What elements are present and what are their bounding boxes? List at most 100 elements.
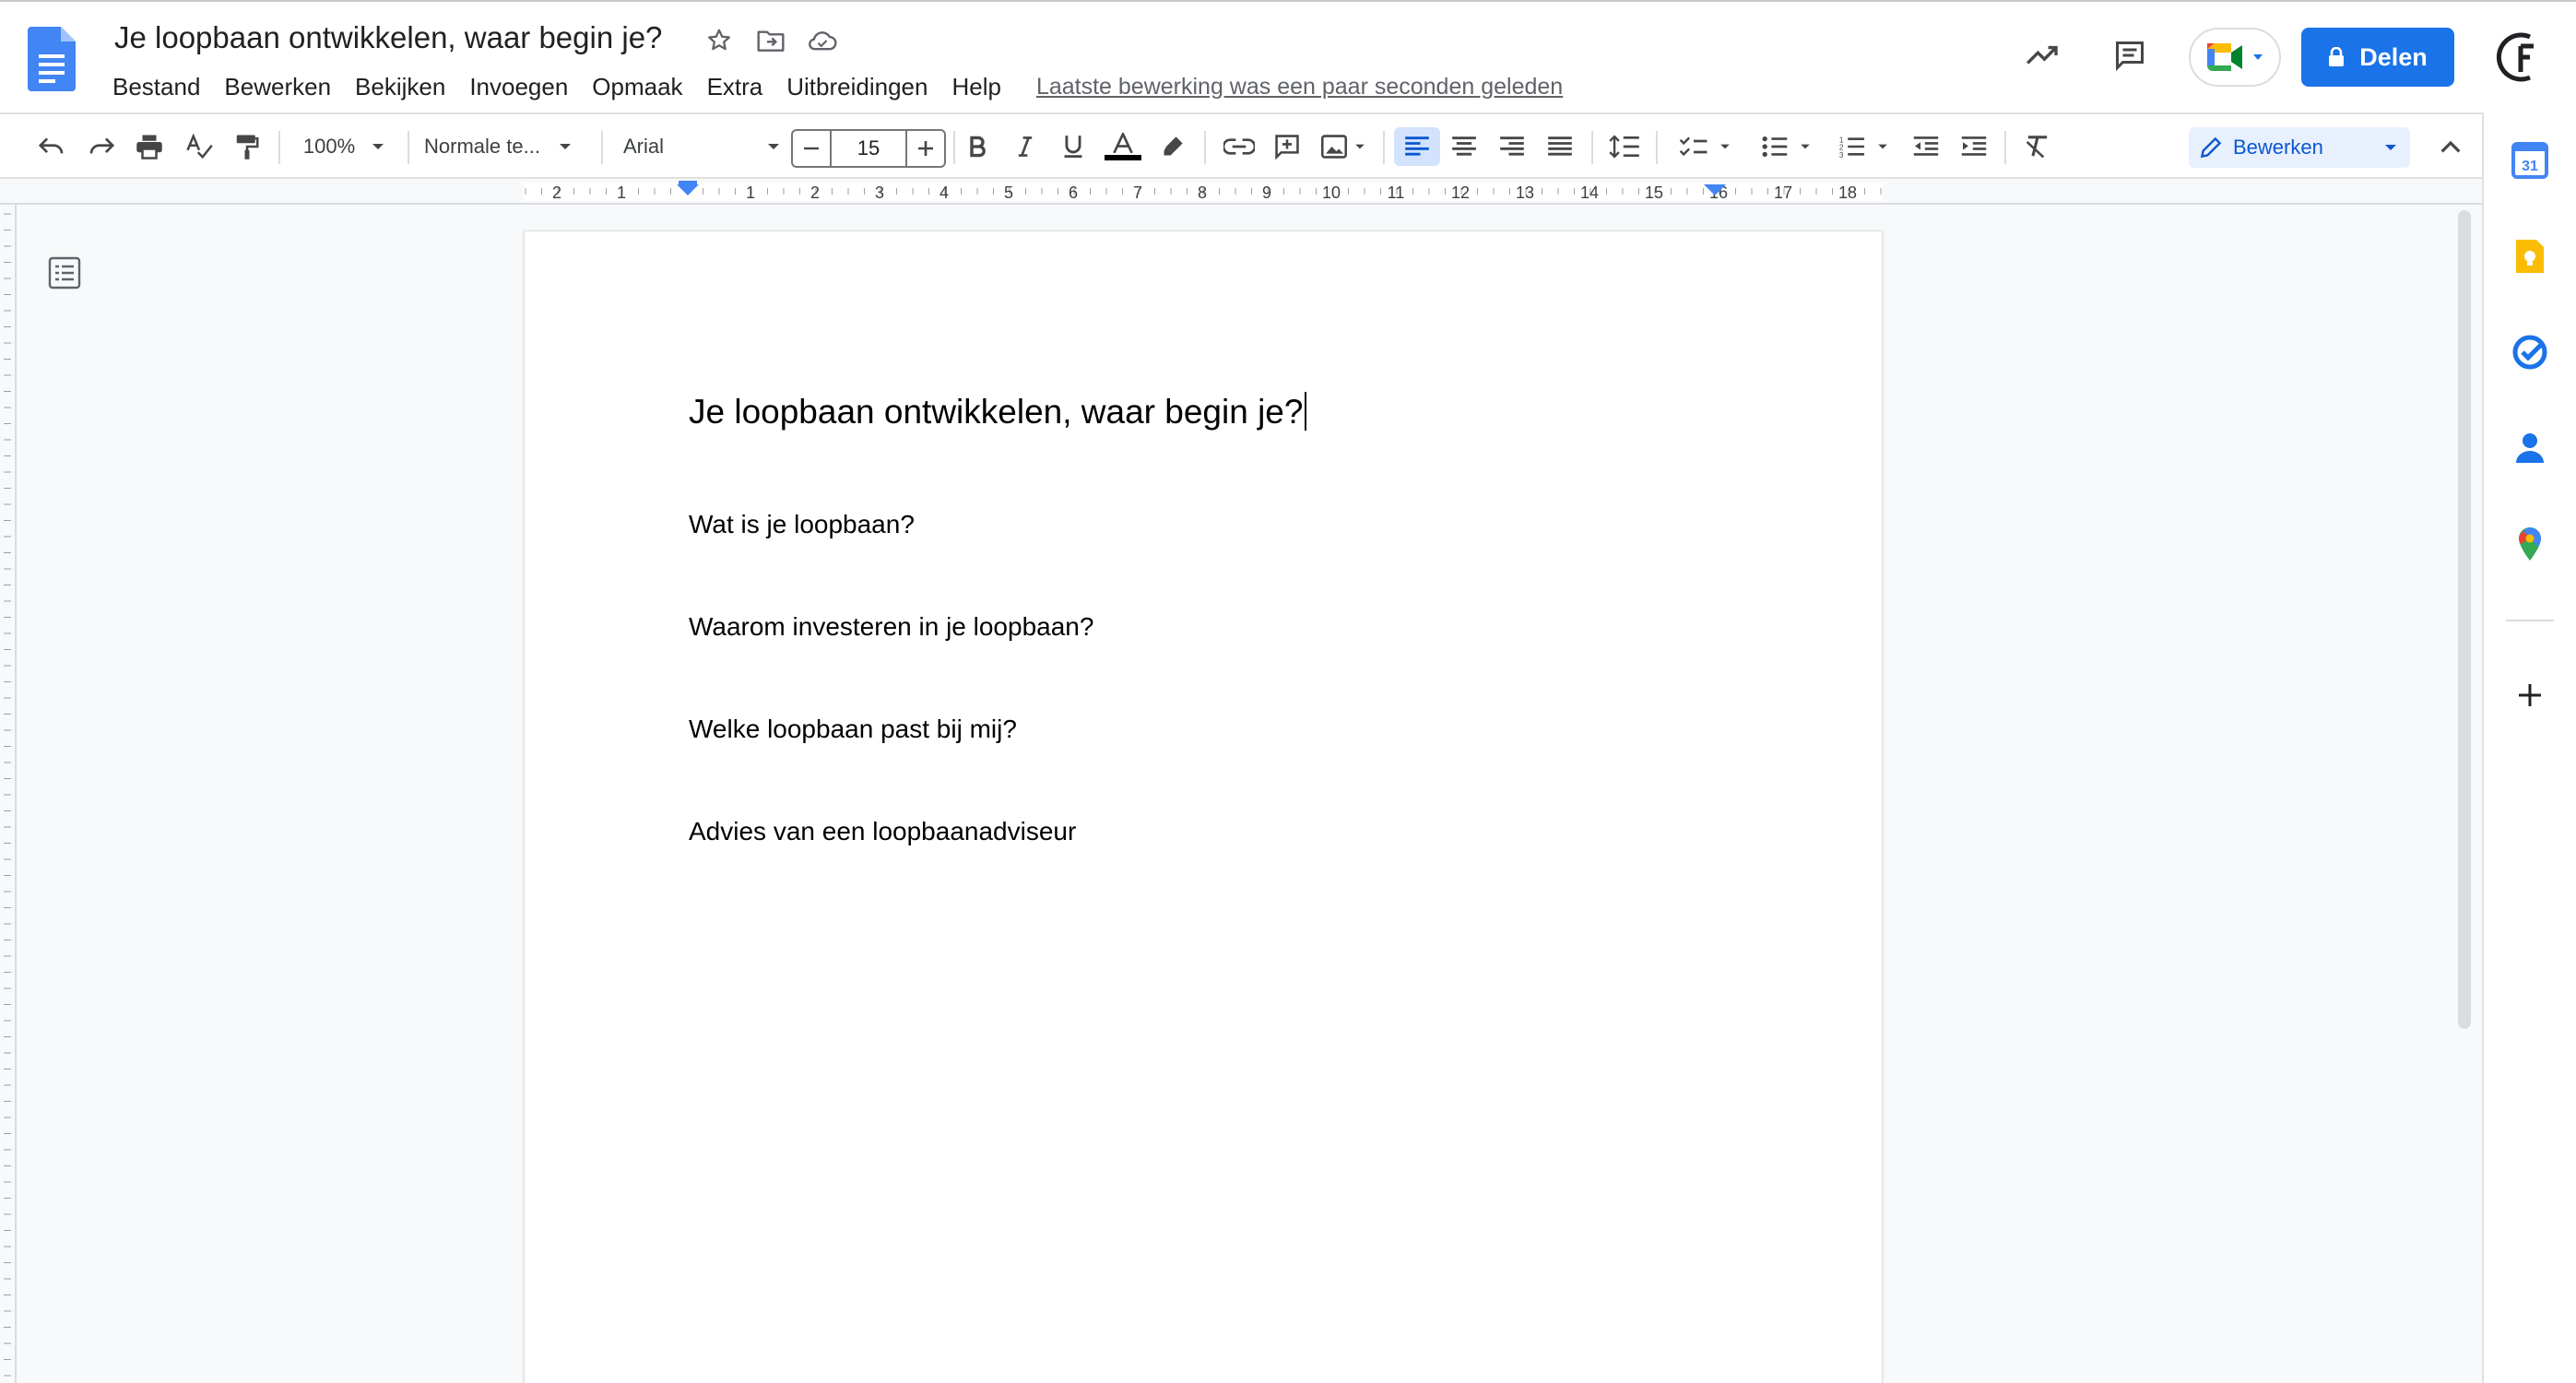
separator <box>2506 620 2554 621</box>
text-cursor <box>1305 392 1307 431</box>
align-center-icon[interactable] <box>1444 127 1484 166</box>
ruler-label: 15 <box>1645 183 1663 202</box>
checklist-icon[interactable] <box>1671 127 1739 166</box>
redo-icon[interactable] <box>83 127 120 166</box>
increase-indent-icon[interactable] <box>1955 127 1993 166</box>
ruler-label: 18 <box>1838 183 1857 202</box>
account-avatar[interactable] <box>2489 28 2548 87</box>
zoom-value: 100% <box>302 135 356 158</box>
activity-trend-icon[interactable] <box>2025 37 2062 74</box>
move-folder-icon[interactable] <box>752 22 789 59</box>
document-outline-icon[interactable] <box>48 256 81 290</box>
menu-bewerken[interactable]: Bewerken <box>224 73 331 101</box>
editing-mode-select[interactable]: Bewerken <box>2189 127 2410 168</box>
vertical-scrollbar[interactable] <box>2458 210 2471 1029</box>
meet-icon[interactable] <box>2189 28 2281 87</box>
comments-icon[interactable] <box>2111 37 2148 74</box>
separator <box>2004 131 2006 164</box>
side-panel: 31 <box>2482 112 2576 1383</box>
editing-mode-label: Bewerken <box>2233 136 2323 159</box>
add-icon[interactable] <box>2510 675 2550 715</box>
document-heading[interactable]: Je loopbaan ontwikkelen, waar begin je? <box>689 392 1307 431</box>
spellcheck-icon[interactable] <box>181 127 218 166</box>
keep-icon[interactable] <box>2510 236 2550 277</box>
zoom-select[interactable]: 100% <box>293 127 395 166</box>
underline-icon[interactable] <box>1055 127 1092 166</box>
numbered-list-icon[interactable]: 123 <box>1829 127 1897 166</box>
menu-opmaak[interactable]: Opmaak <box>592 73 682 101</box>
ruler-label: 4 <box>939 183 949 202</box>
decrease-font-size-button[interactable] <box>793 131 830 166</box>
maps-icon[interactable] <box>2510 524 2550 564</box>
docs-logo[interactable] <box>28 27 76 91</box>
star-icon[interactable] <box>701 22 738 59</box>
font-select[interactable]: Arial <box>623 127 780 166</box>
clear-formatting-icon[interactable] <box>2017 127 2058 166</box>
document-paragraph[interactable]: Wat is je loopbaan? <box>689 510 915 539</box>
ruler-label: 2 <box>552 183 561 202</box>
ruler-label: 13 <box>1516 183 1534 202</box>
ruler-label: 10 <box>1322 183 1341 202</box>
document-paragraph[interactable]: Welke loopbaan past bij mij? <box>689 715 1017 744</box>
menu-bestand[interactable]: Bestand <box>112 73 200 101</box>
document-paragraph[interactable]: Waarom investeren in je loopbaan? <box>689 612 1093 642</box>
menu-invoegen[interactable]: Invoegen <box>469 73 568 101</box>
chevron-down-icon <box>2385 145 2396 150</box>
font-size-input[interactable]: 15 <box>830 131 907 166</box>
menu-uitbreidingen[interactable]: Uitbreidingen <box>786 73 928 101</box>
menu-bar: Bestand Bewerken Bekijken Invoegen Opmaa… <box>112 70 1563 103</box>
horizontal-ruler[interactable]: 2 1 1 2 3 4 5 6 7 8 9 10 11 12 13 14 15 … <box>0 179 2484 205</box>
font-size-stepper: 15 <box>791 129 946 168</box>
last-edit-link[interactable]: Laatste bewerking was een paar seconden … <box>1036 74 1563 100</box>
document-page[interactable]: Je loopbaan ontwikkelen, waar begin je? … <box>524 230 1883 1383</box>
app-header: Je loopbaan ontwikkelen, waar begin je? … <box>0 0 2576 112</box>
collapse-menus-icon[interactable] <box>2430 127 2471 166</box>
ruler-label: 5 <box>1004 183 1013 202</box>
svg-text:3: 3 <box>1839 151 1844 159</box>
toolbar: 100% Normale te... Arial 15 1 2 3 Bewerk… <box>0 112 2576 179</box>
text-color-icon[interactable] <box>1103 127 1143 166</box>
separator <box>1656 131 1658 164</box>
cloud-status-icon[interactable] <box>804 22 841 59</box>
undo-icon[interactable] <box>33 127 70 166</box>
pencil-icon <box>2200 136 2222 159</box>
chevron-down-icon <box>1801 144 1810 149</box>
calendar-icon[interactable]: 31 <box>2510 140 2550 181</box>
separator <box>408 131 409 164</box>
align-justify-icon[interactable] <box>1540 127 1580 166</box>
paragraph-style-value: Normale te... <box>424 135 540 158</box>
ruler-label: 11 <box>1388 183 1405 202</box>
separator <box>278 131 280 164</box>
ruler-label: 9 <box>1262 183 1271 202</box>
chevron-down-icon <box>1878 144 1887 149</box>
align-left-icon[interactable] <box>1394 127 1440 166</box>
menu-bekijken[interactable]: Bekijken <box>355 73 445 101</box>
tasks-icon[interactable] <box>2510 332 2550 372</box>
line-spacing-icon[interactable] <box>1604 127 1645 166</box>
insert-image-icon[interactable] <box>1313 127 1374 166</box>
share-button[interactable]: Delen <box>2301 28 2454 87</box>
vertical-ruler[interactable] <box>0 205 17 1383</box>
highlight-icon[interactable] <box>1154 127 1191 166</box>
italic-icon[interactable] <box>1007 127 1044 166</box>
paint-format-icon[interactable] <box>229 127 266 166</box>
bold-icon[interactable] <box>959 127 996 166</box>
align-right-icon[interactable] <box>1492 127 1532 166</box>
increase-font-size-button[interactable] <box>907 131 944 166</box>
document-heading-text: Je loopbaan ontwikkelen, waar begin je? <box>689 393 1304 431</box>
link-icon[interactable] <box>1219 127 1259 166</box>
ruler-label: 8 <box>1198 183 1207 202</box>
add-comment-icon[interactable] <box>1269 127 1306 166</box>
contacts-icon[interactable] <box>2510 428 2550 468</box>
menu-help[interactable]: Help <box>951 73 1000 101</box>
ruler-label: 17 <box>1774 183 1792 202</box>
menu-extra[interactable]: Extra <box>707 73 763 101</box>
paragraph-style-select[interactable]: Normale te... <box>424 127 590 166</box>
ruler-label: 12 <box>1451 183 1470 202</box>
print-icon[interactable] <box>131 127 168 166</box>
bulleted-list-icon[interactable] <box>1752 127 1820 166</box>
ruler-label: 3 <box>875 183 884 202</box>
doc-title[interactable]: Je loopbaan ontwikkelen, waar begin je? <box>114 20 662 55</box>
decrease-indent-icon[interactable] <box>1907 127 1945 166</box>
document-paragraph[interactable]: Advies van een loopbaanadviseur <box>689 817 1076 846</box>
